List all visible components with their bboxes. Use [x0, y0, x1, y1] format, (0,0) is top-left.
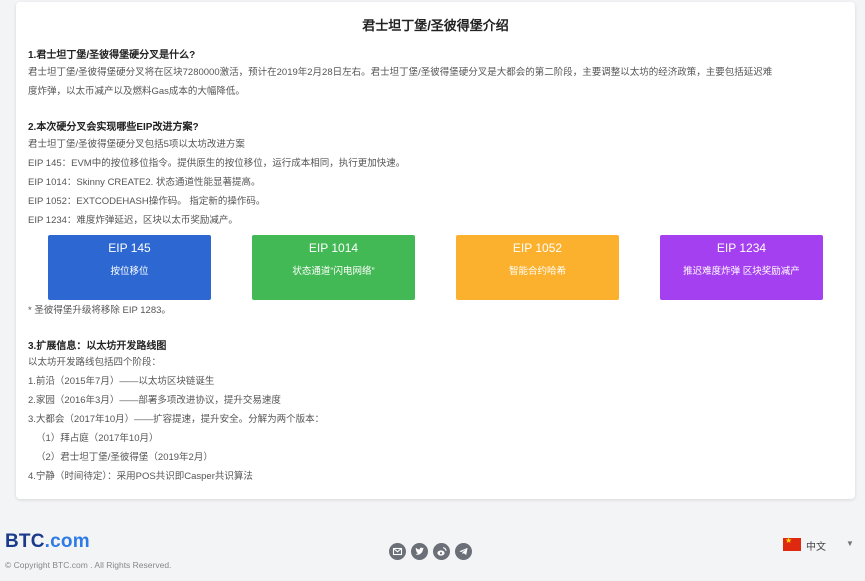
eip-cards: EIP 145 按位移位 EIP 1014 状态通道“闪电网络” EIP 105… [48, 235, 823, 300]
eip-card-desc: 智能合约哈希 [508, 266, 566, 277]
section-2-line-1: 君士坦丁堡/圣彼得堡硬分叉包括5项以太坊改进方案 [28, 139, 245, 150]
weibo-icon[interactable] [433, 543, 450, 560]
section-3-line-6: （2）君士坦丁堡/圣彼得堡（2019年2月） [36, 452, 213, 463]
telegram-icon[interactable] [455, 543, 472, 560]
twitter-icon[interactable] [411, 543, 428, 560]
mail-icon[interactable] [389, 543, 406, 560]
eip-card-desc: 状态通道“闪电网络” [292, 266, 375, 277]
chevron-down-icon: ▼ [846, 539, 854, 548]
section-3-line-5: （1）拜占庭（2017年10月） [36, 433, 159, 444]
eip-card-desc: 按位移位 [110, 266, 149, 277]
btc-logo[interactable]: BTC.com [5, 531, 90, 553]
logo-suffix: .com [44, 531, 90, 552]
section-1-line-2: 度炸弹，以太币减产以及燃料Gas成本的大幅降低。 [28, 86, 245, 97]
section-2-line-2: EIP 145：EVM中的按位移位指令。提供原生的按位移位，运行成本相同，执行更… [28, 158, 406, 169]
section-3-line-2: 1.前沿（2015年7月）——以太坊区块链诞生 [28, 376, 215, 387]
china-flag-icon: ★ [783, 536, 801, 551]
section-3-line-1: 以太坊开发路线包括四个阶段： [28, 357, 162, 368]
section-3-line-7: 4.宁静（时间待定）：采用POS共识即Casper共识算法 [28, 471, 253, 482]
footnote: * 圣彼得堡升级将移除 EIP 1283。 [28, 305, 171, 316]
eip-card-name: EIP 1234 [716, 241, 767, 255]
section-1-line-1: 君士坦丁堡/圣彼得堡硬分叉将在区块7280000激活，预计在2019年2月28日… [28, 67, 773, 78]
section-1-heading: 1.君士坦丁堡/圣彼得堡硬分叉是什么? [28, 50, 196, 61]
copyright: © Copyright BTC.com . All Rights Reserve… [5, 560, 172, 570]
section-3-line-4: 3.大都会（2017年10月）——扩容提速，提升安全。分解为两个版本： [28, 414, 325, 425]
eip-card-name: EIP 1052 [512, 241, 563, 255]
eip-card-name: EIP 1014 [308, 241, 359, 255]
eip-card-1234: EIP 1234 推迟难度炸弹 区块奖励减产 [660, 235, 823, 300]
section-2-line-3: EIP 1014：Skinny CREATE2. 状态通道性能显著提高。 [28, 177, 261, 188]
section-2-heading: 2.本次硬分叉会实现哪些EIP改进方案? [28, 122, 199, 133]
language-label: 中文 [806, 542, 826, 553]
logo-main: BTC [5, 531, 45, 552]
eip-card-145: EIP 145 按位移位 [48, 235, 211, 300]
section-2-line-4: EIP 1052：EXTCODEHASH操作码。 指定新的操作码。 [28, 196, 266, 207]
page-title: 君士坦丁堡/圣彼得堡介绍 [362, 18, 509, 33]
eip-card-1014: EIP 1014 状态通道“闪电网络” [252, 235, 415, 300]
eip-card-1052: EIP 1052 智能合约哈希 [456, 235, 619, 300]
eip-card-desc: 推迟难度炸弹 区块奖励减产 [683, 266, 800, 277]
section-2-line-5: EIP 1234：难度炸弹延迟，区块以太币奖励减产。 [28, 215, 238, 226]
section-3-heading: 3.扩展信息：以太坊开发路线图 [28, 341, 167, 352]
section-3-line-3: 2.家园（2016年3月）——部署多项改进协议，提升交易速度 [28, 395, 281, 406]
intro-card: 君士坦丁堡/圣彼得堡介绍 1.君士坦丁堡/圣彼得堡硬分叉是什么? 君士坦丁堡/圣… [16, 2, 855, 499]
eip-card-name: EIP 145 [108, 241, 151, 255]
